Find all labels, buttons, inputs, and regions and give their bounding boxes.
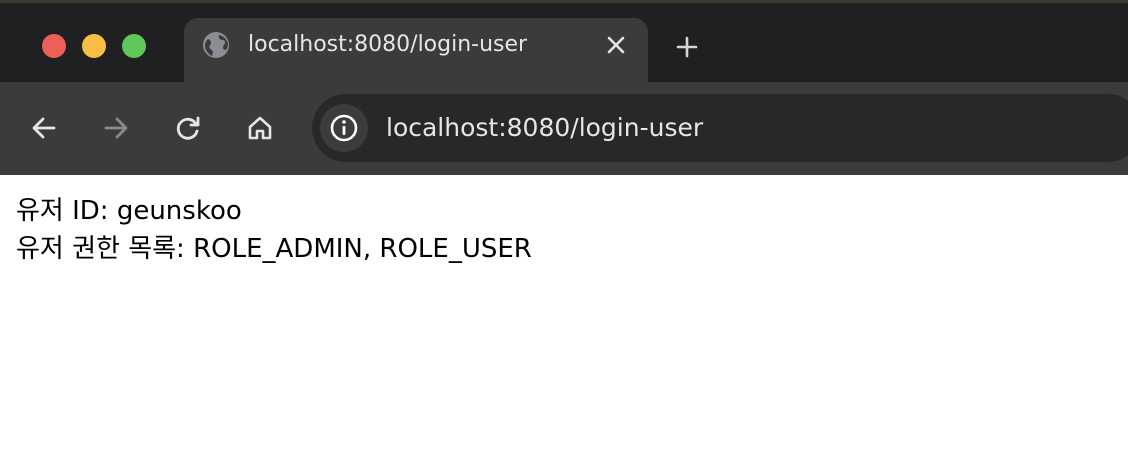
reload-icon (176, 116, 200, 140)
minimize-window-button[interactable] (82, 34, 106, 58)
close-icon[interactable] (602, 31, 630, 59)
new-tab-button[interactable] (670, 30, 704, 64)
url-text[interactable]: localhost:8080/login-user (386, 111, 703, 145)
globe-icon (202, 31, 230, 59)
tab-strip: localhost:8080/login-user (0, 0, 1128, 85)
site-info-button[interactable] (320, 104, 368, 152)
home-icon (248, 116, 272, 140)
page-content: 유저 ID: geunskoo 유저 권한 목록: ROLE_ADMIN, RO… (16, 192, 1106, 268)
user-id-text: 유저 ID: geunskoo (16, 196, 242, 226)
back-button[interactable] (26, 110, 62, 146)
info-icon (330, 114, 358, 142)
maximize-window-button[interactable] (122, 34, 146, 58)
close-window-button[interactable] (42, 34, 66, 58)
user-roles-text: 유저 권한 목록: ROLE_ADMIN, ROLE_USER (16, 234, 532, 264)
plus-icon (676, 36, 698, 58)
tab-title: localhost:8080/login-user (248, 32, 528, 57)
toolbar: localhost:8080/login-user (0, 82, 1128, 175)
browser-window: localhost:8080/login-user localhost:8080… (0, 0, 1128, 474)
arrow-left-icon (32, 117, 56, 139)
reload-button[interactable] (170, 110, 206, 146)
forward-button[interactable] (98, 110, 134, 146)
tab-active[interactable]: localhost:8080/login-user (184, 18, 648, 85)
home-button[interactable] (242, 110, 278, 146)
arrow-right-icon (104, 117, 128, 139)
address-bar[interactable]: localhost:8080/login-user (312, 94, 1128, 162)
